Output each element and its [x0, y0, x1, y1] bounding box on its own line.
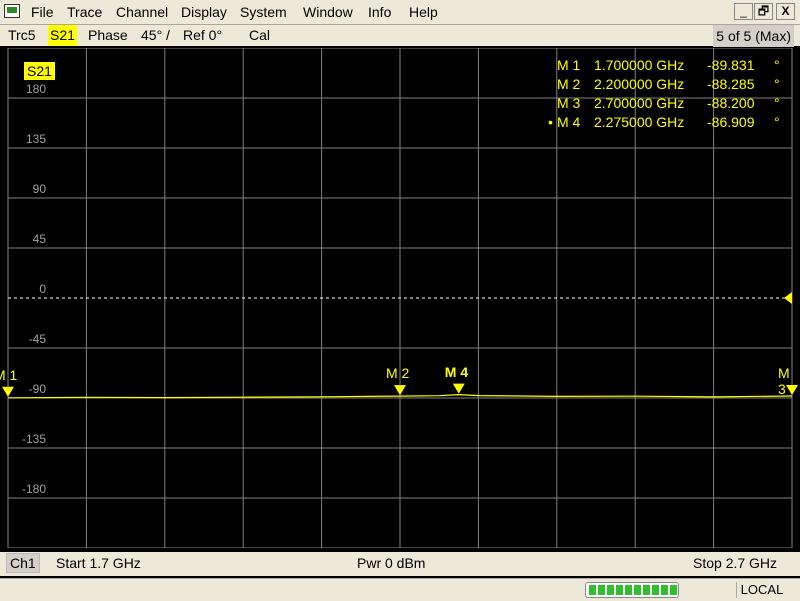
marker-name: M 3: [557, 95, 581, 111]
ref-label[interactable]: Ref 0°: [183, 27, 222, 43]
marker-label[interactable]: M 1: [0, 367, 17, 383]
marker-triangle-icon: [394, 385, 406, 396]
progress-segment: [670, 585, 677, 595]
marker-name: M 1: [557, 57, 581, 73]
progress-segment: [589, 585, 596, 595]
diagram-area[interactable]: 180 135 90 45 0 -45 -90 -135 -180 M 1 M 2 M 3 M 4 S…: [0, 48, 800, 548]
marker-label[interactable]: M 4: [445, 364, 468, 380]
marker-label[interactable]: M 3: [778, 365, 800, 397]
menu-channel[interactable]: Channel: [116, 4, 168, 20]
y-tick-label: 45: [32, 232, 46, 246]
active-marker-dot: •: [548, 114, 553, 130]
reference-marker-icon: [784, 292, 792, 304]
y-tick-label: 135: [25, 132, 46, 146]
marker-value: -88.285: [707, 76, 755, 92]
status-bar: LOCAL: [0, 578, 800, 601]
trace-info-bar: Trc5 S21 Phase 45° / Ref 0° Cal 5 of 5 (…: [0, 25, 800, 47]
marker-triangle-icon: [452, 383, 465, 394]
marker-frequency: 1.700000 GHz: [594, 57, 685, 73]
y-tick-label: 180: [25, 82, 46, 96]
stop-frequency[interactable]: Stop 2.7 GHz: [693, 555, 777, 571]
progress-segment: [616, 585, 623, 595]
progress-segment: [607, 585, 614, 595]
y-tick-label: -135: [21, 432, 46, 446]
close-button[interactable]: X: [776, 3, 795, 20]
marker-value: -89.831: [707, 57, 755, 73]
menu-display[interactable]: Display: [181, 4, 227, 20]
y-tick-label: -180: [21, 482, 46, 496]
marker-value: -88.200: [707, 95, 755, 111]
marker-unit: °: [774, 95, 780, 111]
menu-info[interactable]: Info: [368, 4, 391, 20]
menu-help[interactable]: Help: [409, 4, 438, 20]
marker-name: M 4: [557, 114, 581, 130]
remote-mode: LOCAL: [736, 582, 787, 598]
y-tick-label: 90: [32, 182, 46, 196]
start-frequency[interactable]: Start 1.7 GHz: [56, 555, 141, 571]
power-level[interactable]: Pwr 0 dBm: [357, 555, 425, 571]
menu-bar: File Trace Channel Display System Window…: [0, 0, 800, 25]
marker-frequency: 2.275000 GHz: [594, 114, 685, 130]
trace-label[interactable]: S21: [24, 62, 55, 80]
marker-value: -86.909: [707, 114, 755, 130]
progress-segment: [661, 585, 668, 595]
parameter-tag[interactable]: S21: [48, 25, 77, 46]
progress-segment: [598, 585, 605, 595]
progress-segment: [625, 585, 632, 595]
menu-window[interactable]: Window: [303, 4, 353, 20]
marker-label[interactable]: M 2: [386, 365, 409, 381]
y-tick-label: 0: [39, 282, 46, 296]
cal-label[interactable]: Cal: [249, 27, 270, 43]
progress-indicator: [585, 582, 679, 598]
trace-name[interactable]: Trc5: [8, 27, 35, 43]
format-label[interactable]: Phase: [88, 27, 128, 43]
marker-unit: °: [774, 76, 780, 92]
scale-label[interactable]: 45° /: [141, 27, 170, 43]
marker-name: M 2: [557, 76, 581, 92]
menu-system[interactable]: System: [240, 4, 287, 20]
marker-frequency: 2.200000 GHz: [594, 76, 685, 92]
progress-segment: [652, 585, 659, 595]
menu-trace[interactable]: Trace: [67, 4, 102, 20]
restore-button[interactable]: 🗗: [754, 3, 773, 20]
y-tick-label: -45: [28, 332, 46, 346]
progress-segment: [634, 585, 641, 595]
app-icon[interactable]: [4, 4, 20, 18]
channel-tag[interactable]: Ch1: [6, 553, 40, 573]
y-tick-label: -90: [28, 382, 46, 396]
marker-unit: °: [774, 114, 780, 130]
marker-frequency: 2.700000 GHz: [594, 95, 685, 111]
trace-count[interactable]: 5 of 5 (Max): [713, 25, 794, 47]
minimize-button[interactable]: _: [734, 3, 753, 20]
menu-file[interactable]: File: [31, 4, 54, 20]
progress-segment: [643, 585, 650, 595]
channel-bar: Ch1 Start 1.7 GHz Pwr 0 dBm Stop 2.7 GHz: [0, 552, 800, 576]
marker-unit: °: [774, 57, 780, 73]
